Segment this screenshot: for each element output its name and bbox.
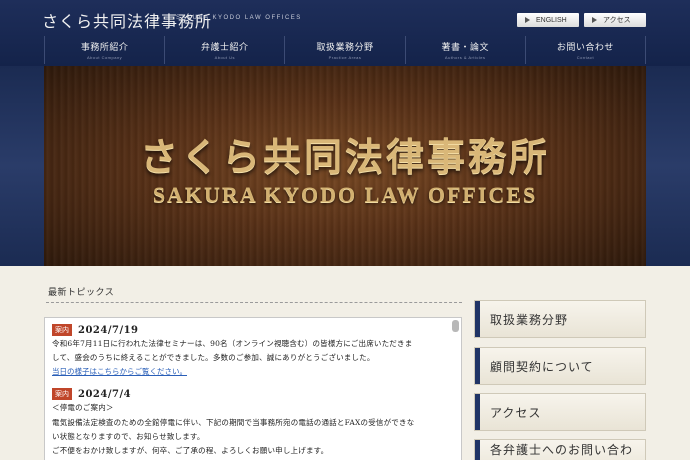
nav-item-label: 著書・論文 [441, 43, 489, 53]
nav-item-sublabel: About Us [214, 55, 236, 60]
sidebar-accent-bar [475, 348, 480, 384]
topics-heading: 最新トピックス [48, 288, 115, 298]
hero-title-en: SAKURA KYODO LAW OFFICES [152, 182, 538, 207]
news-date: 2024/7/4 [78, 388, 132, 400]
site-header: さくら共同法律事務所 SAKURA KYODO LAW OFFICES ENGL… [0, 0, 690, 66]
access-top-link[interactable]: アクセス [584, 13, 646, 27]
nav-item-sublabel: Practice Areas [328, 55, 362, 60]
news-text-line: い状態となりますので、お知らせ致します。 [52, 431, 205, 441]
nav-item-label: 取扱業務分野 [316, 43, 374, 53]
sidebar-button-access[interactable]: アクセス [474, 393, 646, 431]
list-item: 案内 2024/7/4 ＜停電のご案内＞ 電気設備法定検査のための全館停電に伴い… [45, 379, 461, 458]
news-text-line: 電気設備法定検査のための全館停電に伴い、下記の期間で当事務所宛の電話の通話とFA… [52, 417, 415, 427]
news-head: 案内 2024/7/19 [52, 323, 443, 337]
sidebar-button-retainer[interactable]: 顧問契約について [474, 347, 646, 385]
sidebar-accent-bar [475, 440, 480, 460]
site-logo-en: SAKURA KYODO LAW OFFICES [176, 15, 302, 21]
hero-title-jp: さくら共同法律事務所 [139, 134, 550, 179]
news-text-line: 令和6年7月11日に行われた法律セミナーは、90名（オンライン視聴含む）の皆様方… [52, 339, 413, 348]
topics-divider [46, 302, 462, 303]
main-nav: 事務所紹介 About Company 弁護士紹介 About Us 取扱業務分… [44, 36, 647, 64]
news-text-line: して、盛会のうちに終えることができました。多数のご参加、誠にありがとうございまし… [52, 353, 375, 363]
list-item: 案内 2024/7/19 令和6年7月11日に行われた法律セミナーは、90名（オ… [45, 318, 461, 379]
access-top-link-label: アクセス [603, 17, 631, 24]
english-link[interactable]: ENGLISH [517, 13, 579, 27]
english-link-label: ENGLISH [536, 16, 567, 24]
nav-item-practice-areas[interactable]: 取扱業務分野 Practice Areas [285, 36, 406, 64]
sidebar-button-lawyer-contact[interactable]: 各弁護士へのお問い合わせ [474, 439, 646, 460]
sidebar-button-practice-areas[interactable]: 取扱業務分野 [474, 300, 646, 338]
sidebar-button-label: アクセス [490, 405, 542, 420]
sidebar-button-label: 顧問契約について [490, 359, 594, 374]
sidebar-button-label: 取扱業務分野 [490, 312, 569, 327]
arrow-right-icon [525, 17, 530, 23]
nav-item-sublabel: About Company [87, 55, 123, 60]
news-list[interactable]: 案内 2024/7/19 令和6年7月11日に行われた法律セミナーは、90名（オ… [44, 317, 462, 460]
nav-item-sublabel: Contact [576, 55, 595, 60]
nav-item-sublabel: Authors & Articles [444, 55, 486, 60]
sidebar-accent-bar [475, 301, 480, 337]
news-scrollbar[interactable] [452, 320, 459, 332]
nav-item-publications[interactable]: 著書・論文 Authors & Articles [406, 36, 526, 64]
news-date: 2024/7/19 [78, 324, 139, 336]
sidebar-accent-bar [475, 394, 480, 430]
nav-item-label: お問い合わせ [556, 43, 614, 53]
nav-item-label: 事務所紹介 [80, 43, 129, 53]
news-text-line: ご不便をおかけ致しますが、何卒、ご了承の程、よろしくお願い申し上げます。 [52, 446, 329, 456]
news-link[interactable]: 当日の様子はこちらからご覧ください。 [52, 365, 443, 379]
sidebar-button-label: 各弁護士へのお問い合わせ [489, 443, 633, 457]
news-badge: 案内 [52, 324, 72, 336]
nav-item-contact[interactable]: お問い合わせ Contact [526, 36, 647, 64]
nav-item-about[interactable]: 事務所紹介 About Company [44, 36, 166, 64]
news-text-line: ＜停電のご案内＞ [52, 403, 114, 413]
news-badge: 案内 [52, 388, 72, 401]
arrow-right-icon [592, 17, 597, 23]
nav-item-label: 弁護士紹介 [201, 43, 249, 53]
nav-item-lawyers[interactable]: 弁護士紹介 About Us [165, 36, 286, 64]
news-head: 案内 2024/7/4 [52, 387, 443, 401]
hero-banner: さくら共同法律事務所 SAKURA KYODO LAW OFFICES [44, 66, 646, 266]
